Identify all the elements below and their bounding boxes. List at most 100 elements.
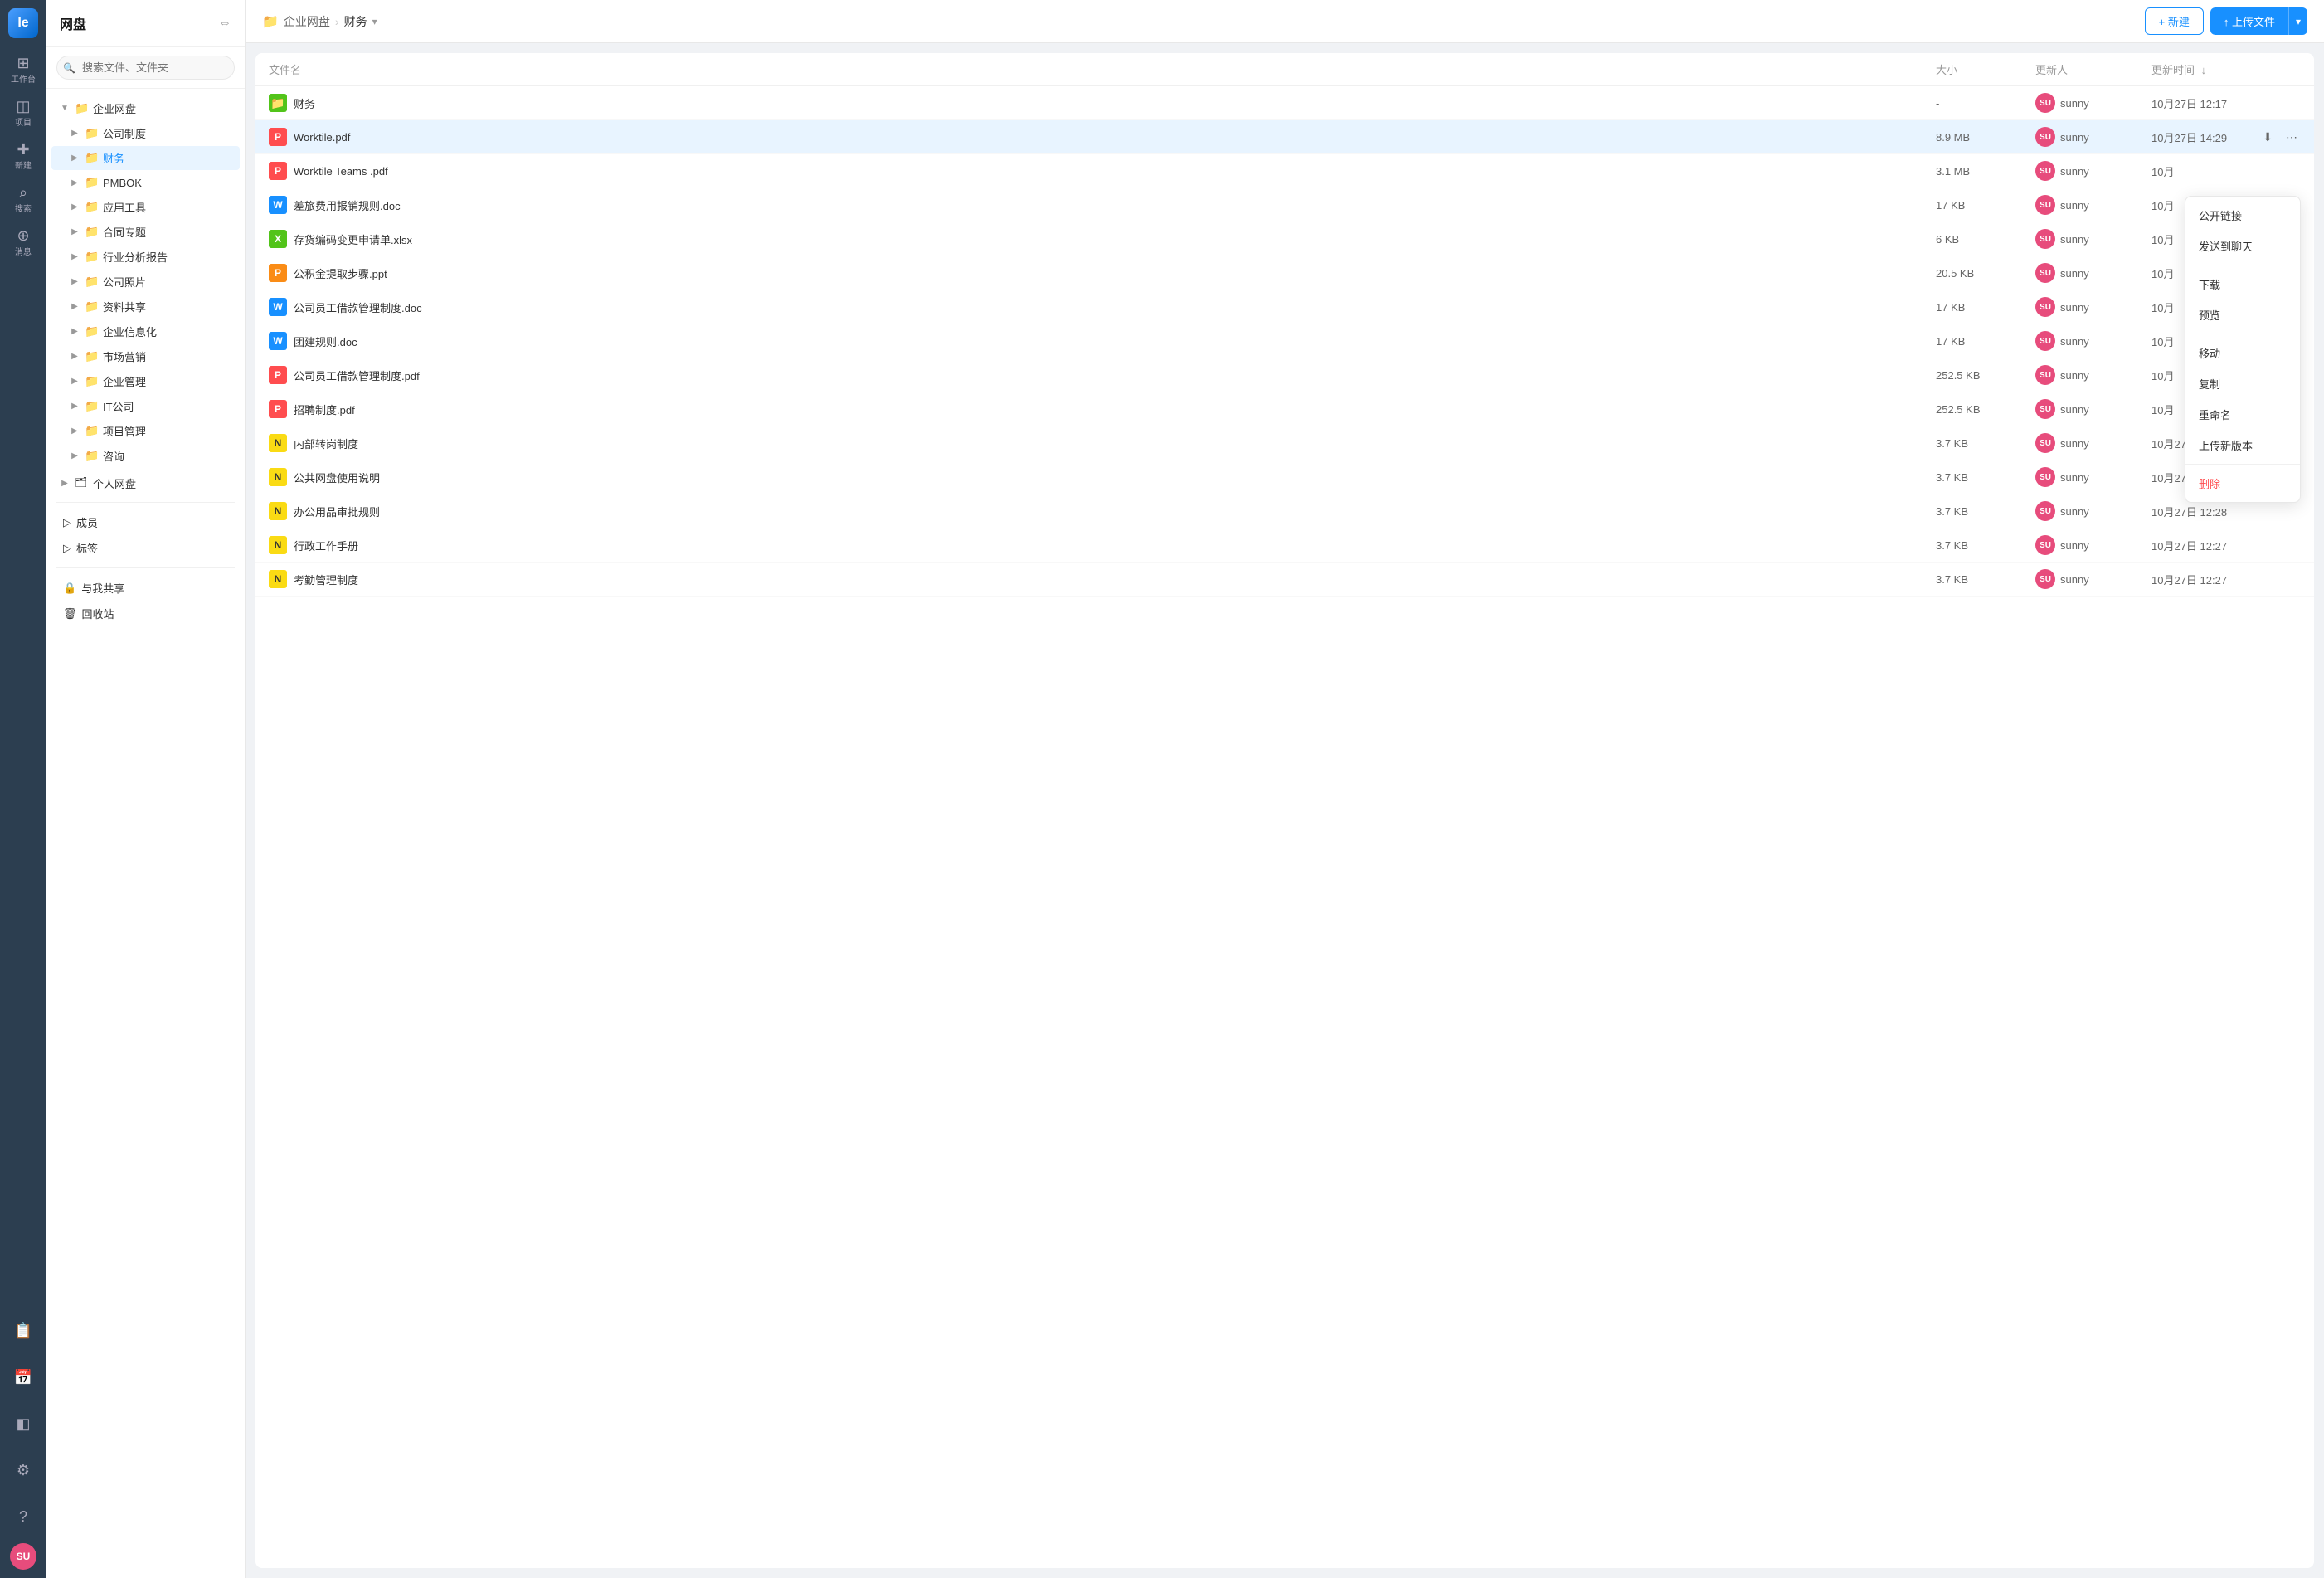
upload-dropdown-button[interactable]: ▾ xyxy=(2288,7,2307,35)
sidebar-item-messages[interactable]: ⊕ 消息 xyxy=(3,222,43,262)
context-menu-item-download[interactable]: 下载 xyxy=(2185,269,2300,300)
sidebar-item-clipboard[interactable]: 📋 xyxy=(3,1311,43,1351)
file-updater-cell: SU sunny xyxy=(2035,127,2151,147)
file-name-cell: N 内部转岗制度 xyxy=(269,434,1936,452)
sidebar-item-tags[interactable]: ▷ 标签 xyxy=(46,535,245,561)
tree-item-consulting[interactable]: ▶ 📁 咨询 xyxy=(51,444,240,468)
file-table-header: 文件名 大小 更新人 更新时间 ↓ xyxy=(255,53,2314,86)
table-row[interactable]: W 团建规则.doc 17 KB SU sunny 10月 xyxy=(255,324,2314,358)
file-updater-cell: SU sunny xyxy=(2035,535,2151,555)
sidebar-item-calendar[interactable]: 📅 xyxy=(3,1357,43,1397)
chevron-right-icon: ▶ xyxy=(58,477,71,490)
context-menu-item-upload-version[interactable]: 上传新版本 xyxy=(2185,430,2300,460)
sidebar-item-search[interactable]: ⌕ 搜索 xyxy=(3,179,43,219)
context-menu-item-move[interactable]: 移动 xyxy=(2185,338,2300,368)
upload-button[interactable]: ↑ 上传文件 xyxy=(2210,7,2288,35)
chevron-right-icon: ▶ xyxy=(68,152,81,165)
tree-item-resource-sharing[interactable]: ▶ 📁 资料共享 xyxy=(51,295,240,319)
sort-desc-icon: ↓ xyxy=(2201,64,2207,76)
file-name-cell: W 团建规则.doc xyxy=(269,332,1936,350)
folder-icon: 📁 xyxy=(85,399,100,414)
table-row[interactable]: N 办公用品审批规则 3.7 KB SU sunny 10月27日 12:28 xyxy=(255,494,2314,528)
more-options-button[interactable]: ⋯ xyxy=(2283,129,2301,146)
download-button[interactable]: ⬇ xyxy=(2259,129,2276,146)
avatar: SU xyxy=(2035,263,2055,283)
tree-item-company-system[interactable]: ▶ 📁 公司制度 xyxy=(51,121,240,145)
tree-item-personal-drive[interactable]: ▶ 🗂 个人网盘 xyxy=(51,471,240,495)
tree-item-contracts[interactable]: ▶ 📁 合同专题 xyxy=(51,220,240,244)
file-size-cell: 3.7 KB xyxy=(1936,539,2035,552)
file-name-cell: P 公司员工借款管理制度.pdf xyxy=(269,366,1936,384)
app-logo[interactable]: Ie xyxy=(8,8,38,38)
context-menu-item-send-chat[interactable]: 发送到聊天 xyxy=(2185,231,2300,261)
table-row[interactable]: N 公共网盘使用说明 3.7 KB SU sunny 10月27日 12:29 xyxy=(255,460,2314,494)
context-menu-item-delete[interactable]: 删除 xyxy=(2185,468,2300,499)
tree-item-industry-reports[interactable]: ▶ 📁 行业分析报告 xyxy=(51,245,240,269)
tree-item-finance[interactable]: ▶ 📁 财务 xyxy=(51,146,240,170)
search-input[interactable] xyxy=(56,56,235,80)
chevron-right-icon: ▶ xyxy=(68,325,81,338)
avatar: SU xyxy=(2035,433,2055,453)
file-size-cell: 6 KB xyxy=(1936,233,2035,246)
context-menu-item-rename[interactable]: 重命名 xyxy=(2185,399,2300,430)
sidebar-tree: ▼ 📁 企业网盘 ▶ 📁 公司制度 ▶ 📁 财务 ▶ 📁 PMBOK ▶ xyxy=(46,89,245,1578)
sidebar-divider xyxy=(56,502,235,503)
tree-item-marketing[interactable]: ▶ 📁 市场营销 xyxy=(51,344,240,368)
tree-item-project-mgmt[interactable]: ▶ 📁 项目管理 xyxy=(51,419,240,443)
tree-item-company-photos[interactable]: ▶ 📁 公司照片 xyxy=(51,270,240,294)
sidebar-item-members[interactable]: ▷ 成员 xyxy=(46,509,245,535)
file-size-cell: 17 KB xyxy=(1936,301,2035,314)
column-updater: 更新人 xyxy=(2035,61,2151,77)
column-time[interactable]: 更新时间 ↓ xyxy=(2151,61,2301,77)
sidebar-item-shared-with-me[interactable]: 🔒 与我共享 xyxy=(46,575,245,601)
table-row[interactable]: N 考勤管理制度 3.7 KB SU sunny 10月27日 12:27 xyxy=(255,563,2314,597)
table-row[interactable]: P 公积金提取步骤.ppt 20.5 KB SU sunny 10月 xyxy=(255,256,2314,290)
breadcrumb-root[interactable]: 企业网盘 xyxy=(284,13,330,30)
file-time-cell: 10月27日 12:17 xyxy=(2151,95,2301,111)
sidebar-item-help[interactable]: ? xyxy=(3,1497,43,1537)
column-size: 大小 xyxy=(1936,61,2035,77)
new-button[interactable]: + 新建 xyxy=(2145,7,2204,35)
context-menu-item-copy[interactable]: 复制 xyxy=(2185,368,2300,399)
ppt-file-icon: P xyxy=(269,264,287,282)
sidebar-item-worktable[interactable]: ⊞ 工作台 xyxy=(3,50,43,90)
sidebar-collapse-button[interactable]: ⇔ xyxy=(218,16,231,31)
sidebar-item-tasks[interactable]: ◧ xyxy=(3,1404,43,1444)
context-menu-item-preview[interactable]: 预览 xyxy=(2185,300,2300,330)
sidebar-item-settings[interactable]: ⚙ xyxy=(3,1450,43,1490)
file-updater-cell: SU sunny xyxy=(2035,569,2151,589)
tree-item-enterprise-drive[interactable]: ▼ 📁 企业网盘 xyxy=(51,96,240,120)
file-updater-cell: SU sunny xyxy=(2035,399,2151,419)
tags-icon: ▷ xyxy=(63,542,71,555)
app-bar: Ie ⊞ 工作台 ◫ 项目 ✚ 新建 ⌕ 搜索 ⊕ 消息 📋 📅 ◧ ⚙ ? xyxy=(0,0,46,1578)
chevron-right-icon: ▶ xyxy=(68,425,81,438)
table-row[interactable]: W 公司员工借款管理制度.doc 17 KB SU sunny 10月 xyxy=(255,290,2314,324)
avatar: SU xyxy=(2035,501,2055,521)
members-icon: ▷ xyxy=(63,516,71,529)
table-row[interactable]: N 内部转岗制度 3.7 KB SU sunny 10月27日 12:29 xyxy=(255,426,2314,460)
sidebar-item-projects[interactable]: ◫ 项目 xyxy=(3,93,43,133)
tree-item-enterprise-it[interactable]: ▶ 📁 企业信息化 xyxy=(51,319,240,343)
breadcrumb-dropdown-icon[interactable]: ▾ xyxy=(372,16,377,27)
file-list: 📁 财务 - SU sunny 10月27日 12:17 P Worktile.… xyxy=(255,86,2314,1568)
table-row[interactable]: X 存货编码变更申请单.xlsx 6 KB SU sunny 10月 xyxy=(255,222,2314,256)
context-menu-item-public-link[interactable]: 公开链接 xyxy=(2185,200,2300,231)
breadcrumb-current: 财务 xyxy=(344,13,367,30)
tree-item-it-company[interactable]: ▶ 📁 IT公司 xyxy=(51,394,240,418)
tree-item-pmbok[interactable]: ▶ 📁 PMBOK xyxy=(51,171,240,194)
sidebar-item-create[interactable]: ✚ 新建 xyxy=(3,136,43,176)
table-row[interactable]: 📁 财务 - SU sunny 10月27日 12:17 xyxy=(255,86,2314,120)
table-row[interactable]: P 公司员工借款管理制度.pdf 252.5 KB SU sunny 10月 xyxy=(255,358,2314,392)
file-name-cell: N 公共网盘使用说明 xyxy=(269,468,1936,486)
user-avatar[interactable]: SU xyxy=(10,1543,36,1570)
file-size-cell: 17 KB xyxy=(1936,199,2035,212)
sidebar-item-recycle-bin[interactable]: 🗑 回收站 xyxy=(46,601,245,626)
table-row[interactable]: P 招聘制度.pdf 252.5 KB SU sunny 10月 xyxy=(255,392,2314,426)
table-row[interactable]: W 差旅费用报销规则.doc 17 KB SU sunny 10月 xyxy=(255,188,2314,222)
table-row[interactable]: N 行政工作手册 3.7 KB SU sunny 10月27日 12:27 xyxy=(255,528,2314,563)
tree-item-enterprise-mgmt[interactable]: ▶ 📁 企业管理 xyxy=(51,369,240,393)
tree-item-tools[interactable]: ▶ 📁 应用工具 xyxy=(51,195,240,219)
table-row[interactable]: P Worktile.pdf 8.9 MB SU sunny 10月27日 14… xyxy=(255,120,2314,154)
breadcrumb-separator: › xyxy=(335,15,339,28)
table-row[interactable]: P Worktile Teams .pdf 3.1 MB SU sunny 10… xyxy=(255,154,2314,188)
